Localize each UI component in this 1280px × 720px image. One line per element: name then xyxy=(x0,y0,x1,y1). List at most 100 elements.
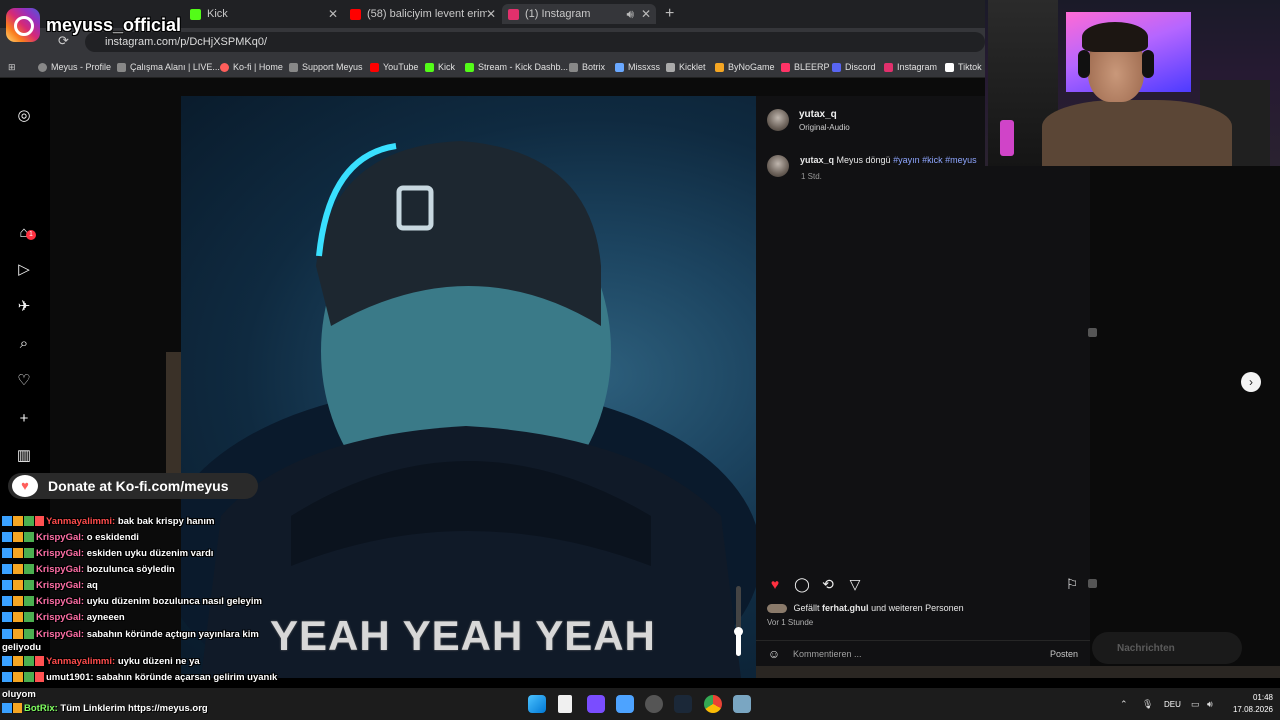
audio-label[interactable]: Original-Audio xyxy=(799,123,850,132)
share-icon[interactable]: ▽ xyxy=(847,576,863,592)
search-icon[interactable]: ⌕ xyxy=(16,336,32,352)
instagram-logo-icon[interactable]: ◎ xyxy=(16,108,32,124)
bookmark-item[interactable]: Missxss xyxy=(615,59,660,75)
webcam-streamer-shirt xyxy=(1042,100,1232,166)
youtube-icon xyxy=(350,8,361,20)
instagram-icon xyxy=(884,62,893,72)
chat-message: KrispyGal: o eskidendi xyxy=(2,530,292,546)
photos-icon[interactable] xyxy=(616,695,634,713)
bookmark-item[interactable]: Kick xyxy=(425,59,455,75)
obs-icon[interactable] xyxy=(645,695,663,713)
post-author[interactable]: yutax_q xyxy=(799,109,837,120)
discord-icon xyxy=(832,62,841,72)
tab-youtube[interactable]: (58) baliciyim levent erim progr ✕ xyxy=(350,4,496,24)
chat-message: KrispyGal: bozulunca söyledin xyxy=(2,562,292,578)
app-grid-icon[interactable] xyxy=(587,695,605,713)
chat-message-continuation: oluyom xyxy=(2,689,36,700)
instagram-icon xyxy=(508,8,519,20)
likes-user[interactable]: ferhat.ghul xyxy=(822,603,869,613)
bookmark-item[interactable]: Meyus - Profile xyxy=(38,59,111,75)
bookmark-item[interactable]: YouTube xyxy=(370,59,418,75)
app-icon xyxy=(289,62,298,72)
post-comment-button[interactable]: Posten xyxy=(1050,649,1078,659)
chat-badges-icon xyxy=(2,532,34,543)
caption-user[interactable]: yutax_q xyxy=(800,155,834,165)
new-tab-button[interactable]: + xyxy=(665,4,674,24)
bookmark-item[interactable]: Support Meyus xyxy=(289,59,363,75)
clock-date[interactable]: 17.08.2026 xyxy=(1226,705,1273,714)
chat-message: BotRix: Tüm Linklerim https://meyus.org xyxy=(2,703,208,714)
close-icon[interactable]: ✕ xyxy=(641,4,651,24)
youtube-icon xyxy=(370,62,379,72)
volume-icon[interactable]: 🔊︎ xyxy=(1207,699,1213,710)
headset-icon xyxy=(1142,50,1154,78)
bookmark-item[interactable]: Instagram xyxy=(884,59,937,75)
divider xyxy=(756,640,1090,641)
volume-knob[interactable] xyxy=(734,627,743,636)
heart-icon[interactable]: ♡ xyxy=(16,373,32,389)
bookmark-item[interactable]: Çalışma Alanı | LIVE... xyxy=(117,59,220,75)
network-icon[interactable]: ▭ xyxy=(1191,699,1200,710)
chat-message: KrispyGal: eskiden uyku düzenim vardı xyxy=(2,546,292,562)
comment-input[interactable]: Kommentieren ... xyxy=(793,649,862,659)
bookmark-item[interactable]: Kicklet xyxy=(666,59,706,75)
next-post-button[interactable]: › xyxy=(1241,372,1261,392)
repost-icon[interactable]: ⟲ xyxy=(820,576,836,592)
likes-line: Gefällt ferhat.ghul und weiteren Persone… xyxy=(767,603,964,614)
close-icon[interactable]: ✕ xyxy=(328,4,338,24)
reels-icon[interactable]: ▷ xyxy=(16,262,32,278)
avatar[interactable] xyxy=(767,155,789,177)
webcam-streamer-hair xyxy=(1082,22,1148,52)
notification-badge: 1 xyxy=(26,230,36,240)
app-icon[interactable] xyxy=(733,695,751,713)
caption-text: Meyus döngü xyxy=(836,155,891,165)
instagram-logo-icon xyxy=(6,8,40,42)
apps-icon[interactable]: ⊞ xyxy=(8,59,16,75)
create-icon[interactable]: + xyxy=(16,411,32,427)
chevron-up-icon[interactable]: ⌃ xyxy=(1120,699,1128,710)
microphone-icon[interactable]: 🎙︎ xyxy=(1142,699,1153,710)
bookmark-item[interactable]: Discord xyxy=(832,59,876,75)
app-icon xyxy=(666,62,675,72)
chrome-icon[interactable] xyxy=(704,695,722,713)
windows-start-icon[interactable] xyxy=(528,695,546,713)
bookmark-icon[interactable]: ⚐ xyxy=(1064,576,1080,592)
chat-message: KrispyGal: uyku düzenim bozulunca nasıl … xyxy=(2,594,292,610)
bookmark-item[interactable]: Tiktok xyxy=(945,59,982,75)
speaker-icon[interactable]: 🔊︎ xyxy=(626,4,634,24)
background-thumbnail xyxy=(1088,579,1097,588)
chat-badges-icon xyxy=(2,596,34,607)
bookmark-item[interactable]: Ko-fi | Home xyxy=(220,59,283,75)
emoji-icon[interactable]: ☺ xyxy=(767,647,781,661)
app-icon xyxy=(715,62,724,72)
language-indicator[interactable]: DEU xyxy=(1164,700,1181,709)
caption-time: 1 Std. xyxy=(801,172,822,181)
close-icon[interactable]: ✕ xyxy=(486,4,496,24)
kofi-text: Donate at Ko-fi.com/meyus xyxy=(48,478,229,494)
bookmark-item[interactable]: Botrix xyxy=(569,59,605,75)
dashboard-icon[interactable]: ▥ xyxy=(16,448,32,464)
tab-label: (1) Instagram xyxy=(525,8,591,20)
tab-instagram[interactable]: (1) Instagram 🔊︎ ✕ xyxy=(502,4,656,24)
messages-icon[interactable]: ✈ xyxy=(16,299,32,315)
kofi-icon xyxy=(220,62,229,72)
avatar[interactable] xyxy=(767,109,789,131)
botrix-icon xyxy=(569,62,578,72)
bookmark-item[interactable]: Stream - Kick Dashb... xyxy=(465,59,568,75)
chat-message: Yanmayalimmi: uyku düzeni ne ya xyxy=(2,654,292,670)
comment-icon[interactable]: ◯ xyxy=(794,576,810,592)
clock-time[interactable]: 01:48 xyxy=(1243,693,1273,702)
caption-hashtags[interactable]: #yayın #kick #meyus xyxy=(893,155,977,165)
file-icon[interactable] xyxy=(558,695,572,713)
chat-badges-icon xyxy=(2,548,34,559)
headset-icon xyxy=(1078,50,1090,78)
steam-icon[interactable] xyxy=(674,695,692,713)
like-heart-icon[interactable]: ♥ xyxy=(767,576,783,592)
chat-badges-icon xyxy=(2,656,44,667)
bookmark-item[interactable]: BLEERP xyxy=(781,59,830,75)
globe-icon xyxy=(38,62,47,72)
tab-kick[interactable]: Kick ✕ xyxy=(190,4,338,24)
webcam-rgb-light xyxy=(1000,120,1014,156)
bookmark-item[interactable]: ByNoGame xyxy=(715,59,775,75)
url-field[interactable]: instagram.com/p/DcHjXSPMKq0/ xyxy=(85,32,985,52)
